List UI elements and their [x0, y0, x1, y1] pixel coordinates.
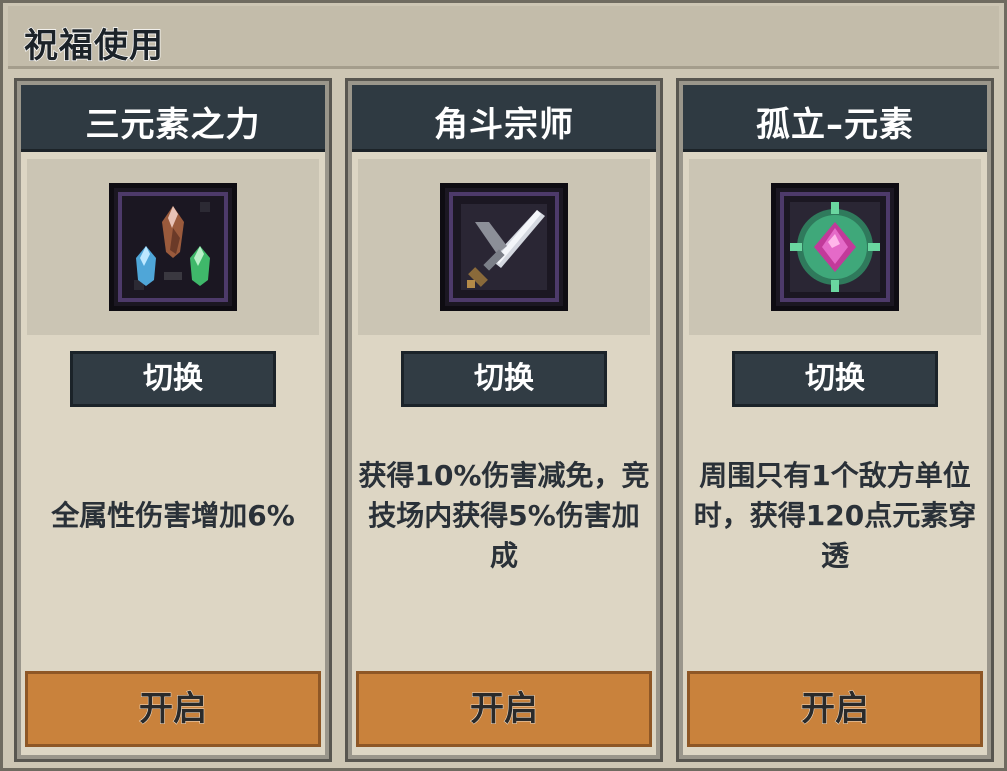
blessing-panel: 祝福使用 三元素之力 切换 全属性伤害增加6% 开启 角斗宗师 切换 获得10%…	[0, 0, 1007, 771]
icon-area	[689, 159, 981, 335]
open-button[interactable]: 开启	[25, 671, 321, 747]
card-title-bar: 三元素之力	[21, 85, 325, 152]
open-button[interactable]: 开启	[356, 671, 652, 747]
icon-area	[27, 159, 319, 335]
card-body: 孤立–元素 切换 周围只有1个敌方单位时，获得120点元素穿透 开启	[683, 85, 987, 755]
blessing-description: 周围只有1个敌方单位时，获得120点元素穿透	[693, 459, 977, 572]
switch-button[interactable]: 切换	[70, 351, 276, 407]
card-title-bar: 角斗宗师	[352, 85, 656, 152]
blessing-description: 获得10%伤害减免，竞技场内获得5%伤害加成	[358, 459, 650, 572]
card-body: 角斗宗师 切换 获得10%伤害减免，竞技场内获得5%伤害加成 开启	[352, 85, 656, 755]
panel-title: 祝福使用	[23, 25, 164, 66]
switch-button[interactable]: 切换	[732, 351, 938, 407]
three-elements-crystals-icon	[109, 183, 237, 311]
open-button[interactable]: 开启	[687, 671, 983, 747]
card-body: 三元素之力 切换 全属性伤害增加6% 开启	[21, 85, 325, 755]
card-title: 三元素之力	[85, 105, 261, 145]
icon-area	[358, 159, 650, 335]
blessing-card: 三元素之力 切换 全属性伤害增加6% 开启	[14, 78, 332, 762]
blessing-card: 孤立–元素 切换 周围只有1个敌方单位时，获得120点元素穿透 开启	[676, 78, 994, 762]
panel-header: 祝福使用	[8, 6, 999, 69]
card-title: 孤立–元素	[756, 105, 914, 145]
gladiator-sword-icon	[440, 183, 568, 311]
blessing-card: 角斗宗师 切换 获得10%伤害减免，竞技场内获得5%伤害加成 开启	[345, 78, 663, 762]
blessing-description: 全属性伤害增加6%	[51, 499, 295, 532]
card-title-bar: 孤立–元素	[683, 85, 987, 152]
isolated-element-gem-icon	[771, 183, 899, 311]
card-title: 角斗宗师	[434, 105, 574, 145]
switch-button[interactable]: 切换	[401, 351, 607, 407]
